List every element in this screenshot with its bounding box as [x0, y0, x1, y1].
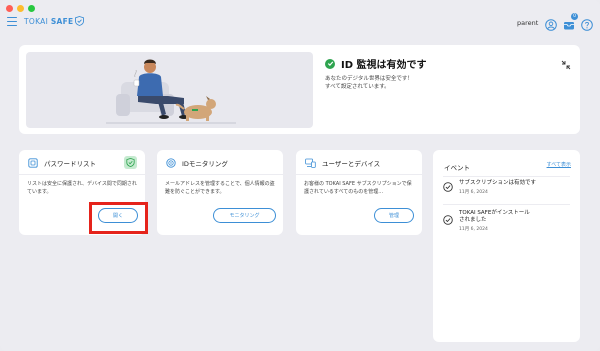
event-item[interactable]: TOKAI SAFEがインストール されました 11月 6, 2024: [443, 210, 530, 232]
events-title: イベント: [444, 164, 470, 172]
event-item[interactable]: サブスクリプションは有効です 11月 6, 2024: [443, 180, 536, 195]
divider: [157, 174, 283, 175]
window-controls: [6, 5, 35, 12]
password-list-icon: [28, 158, 38, 168]
highlight-box: [89, 202, 148, 234]
app-window: TOKAI SAFE parent 0 ID 監視は有効です あなたのデジタル世…: [0, 0, 600, 351]
event-title: TOKAI SAFEがインストール されました: [459, 210, 530, 223]
app-logo: TOKAI SAFE: [24, 16, 85, 26]
id-monitoring-card: IDモニタリング メールアドレスを管理することで、個人情報の盗難を防ぐことができ…: [157, 150, 283, 235]
event-date: 11月 6, 2024: [459, 227, 488, 232]
check-circle-icon: [443, 182, 453, 192]
divider: [19, 174, 145, 175]
id-monitoring-status-card: ID 監視は有効です あなたのデジタル世界は安全です！ すべて設定されています。: [19, 45, 580, 134]
divider: [296, 174, 422, 175]
shield-logo-icon: [75, 16, 85, 26]
card-title: IDモニタリング: [182, 160, 228, 168]
card-title: ユーザーとデバイス: [322, 160, 381, 168]
menu-icon[interactable]: [7, 17, 17, 27]
zoom-window-button[interactable]: [28, 5, 35, 12]
help-icon[interactable]: [581, 16, 593, 31]
shield-check-icon: [124, 156, 137, 169]
top-bar: TOKAI SAFE parent 0: [0, 13, 600, 34]
hero-description: あなたのデジタル世界は安全です！ すべて設定されています。: [325, 76, 413, 90]
card-description: メールアドレスを管理することで、個人情報の盗難を防ぐことができます。: [165, 181, 275, 195]
minimize-window-button[interactable]: [17, 5, 24, 12]
notifications-icon[interactable]: 0: [563, 13, 578, 30]
divider: [443, 204, 570, 205]
view-all-link[interactable]: すべて表示: [547, 161, 571, 168]
hero-illustration: [26, 52, 313, 128]
card-description: リストは安全に保護され、デバイス間で同期されています。: [27, 181, 137, 195]
users-devices-card: ユーザーとデバイス お客様の TOKAI SAFE サブスクリプションで保護され…: [296, 150, 422, 235]
user-name: parent: [517, 19, 539, 27]
event-title: サブスクリプションは有効です: [459, 180, 537, 186]
divider: [443, 176, 570, 177]
check-circle-icon: [443, 215, 453, 225]
card-description: お客様の TOKAI SAFE サブスクリプションで保護されているすべてのものを…: [304, 181, 412, 195]
account-icon[interactable]: [545, 16, 557, 31]
close-window-button[interactable]: [6, 5, 13, 12]
hero-title-row: ID 監視は有効です: [325, 56, 427, 71]
hero-title: ID 監視は有効です: [341, 60, 427, 71]
manage-button[interactable]: 管理: [374, 208, 414, 223]
card-title: パスワードリスト: [44, 160, 96, 168]
id-monitoring-icon: [166, 158, 176, 168]
events-panel: イベント すべて表示 サブスクリプションは有効です 11月 6, 2024 TO…: [433, 150, 580, 342]
event-date: 11月 6, 2024: [459, 190, 488, 195]
monitoring-button[interactable]: モニタリング: [213, 208, 276, 223]
collapse-icon[interactable]: [561, 55, 571, 70]
users-devices-icon: [305, 158, 316, 168]
status-check-icon: [325, 58, 335, 69]
notification-badge: 0: [571, 13, 578, 20]
